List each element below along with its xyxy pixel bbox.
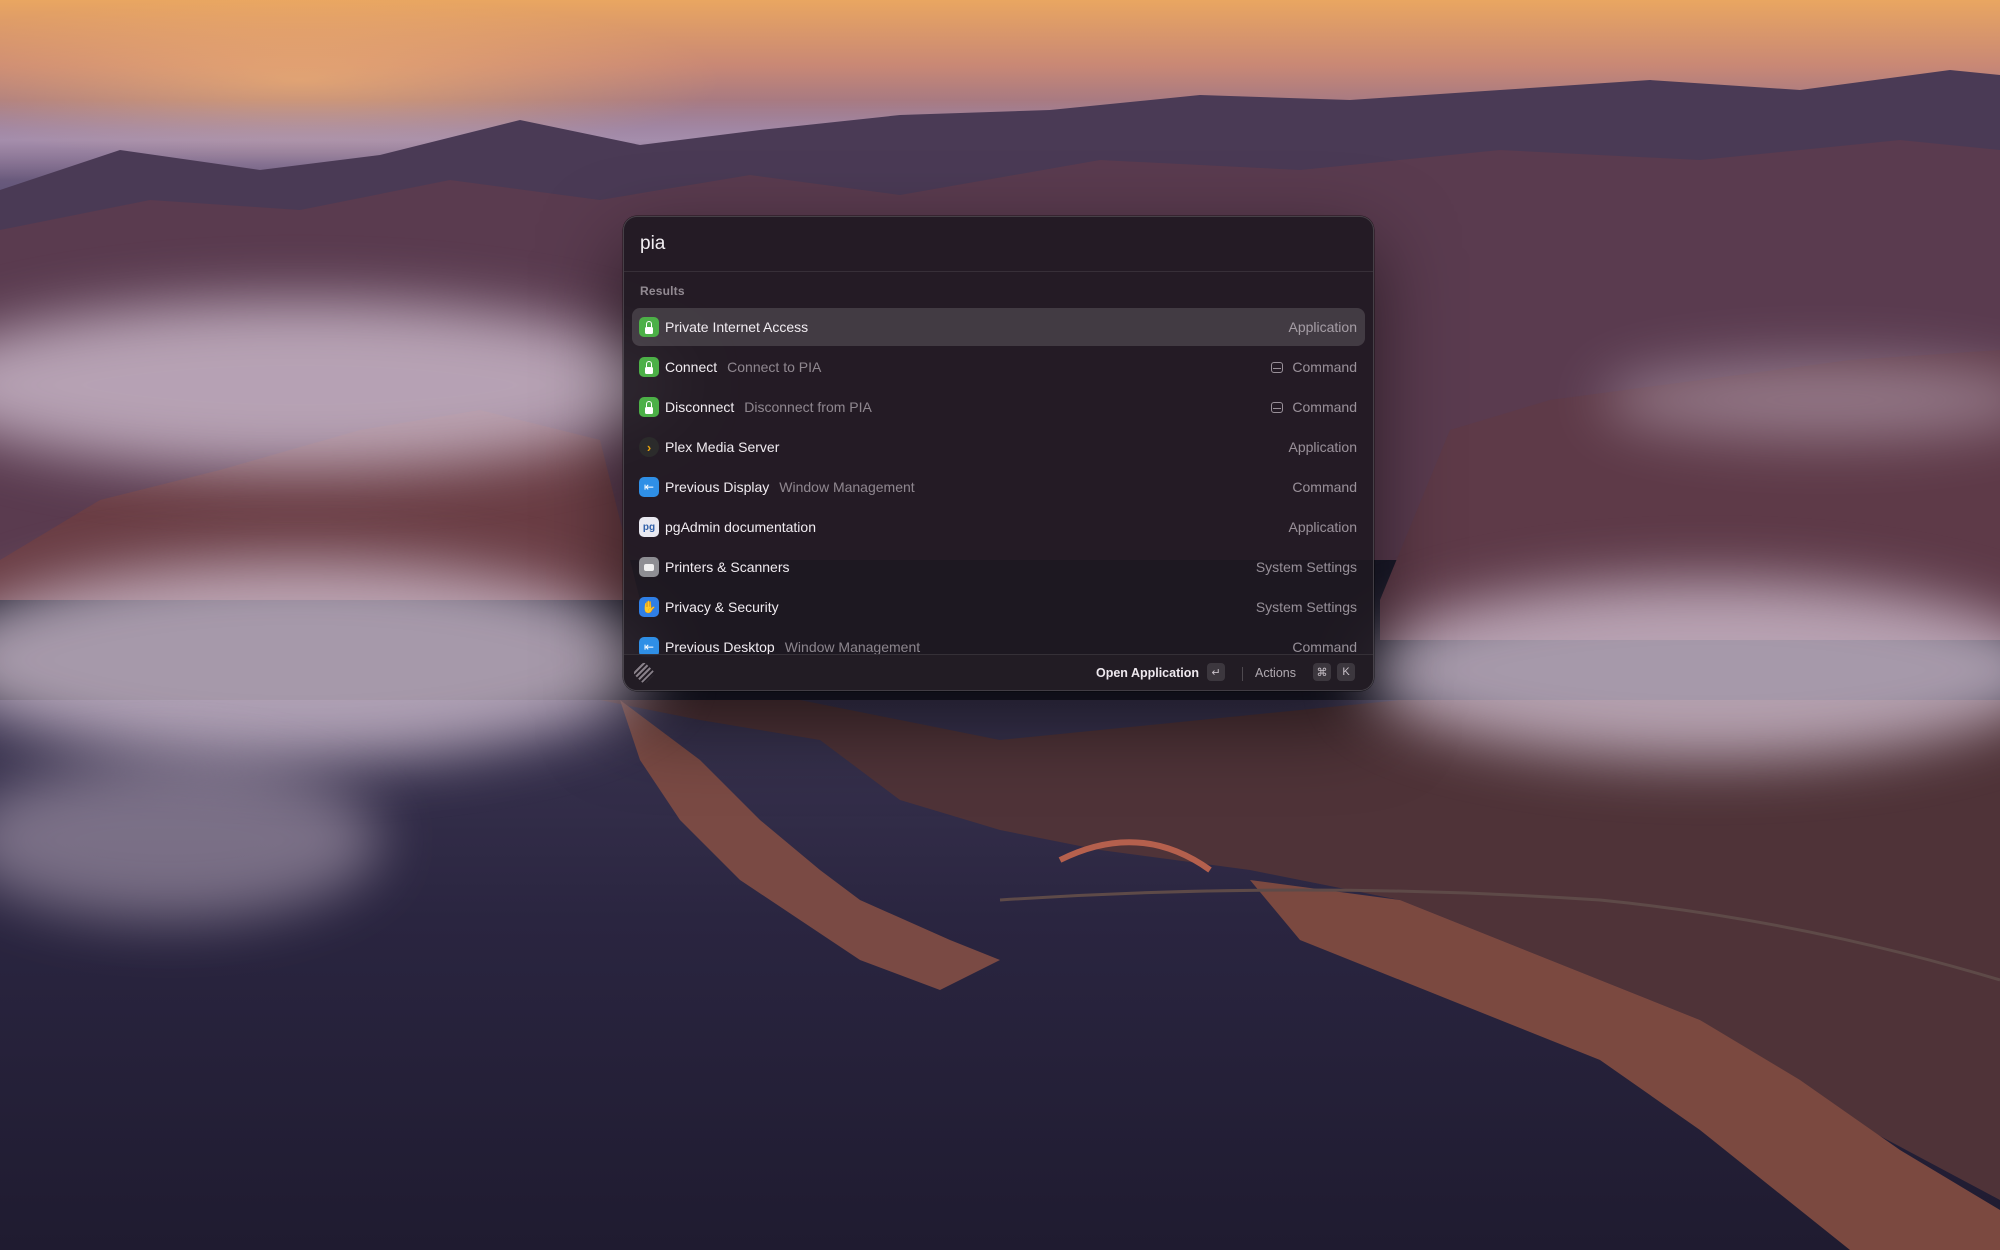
privacy-hand-icon: ✋ xyxy=(639,597,659,617)
window-management-icon: ⇤ xyxy=(639,477,659,497)
results-section-title: Results xyxy=(640,284,685,298)
result-subtitle: Disconnect from PIA xyxy=(744,399,872,415)
raycast-logo-icon[interactable] xyxy=(632,661,656,685)
result-item-previous-desktop[interactable]: ⇤ Previous Desktop Window Management Comm… xyxy=(632,628,1365,657)
result-type: Command xyxy=(1292,399,1357,415)
open-application-button[interactable]: Open Application xyxy=(1096,666,1199,680)
result-item-private-internet-access[interactable]: Private Internet Access Application xyxy=(632,308,1365,346)
result-title: Private Internet Access xyxy=(665,319,809,335)
result-title: Plex Media Server xyxy=(665,439,780,455)
command-key-hint: ⌘ xyxy=(1313,663,1331,681)
result-title: Printers & Scanners xyxy=(665,559,790,575)
k-key-hint: K xyxy=(1337,663,1355,681)
result-type: Application xyxy=(1288,439,1358,455)
command-icon xyxy=(1271,361,1284,373)
result-type: Command xyxy=(1292,479,1357,495)
result-item-printers-scanners[interactable]: Printers & Scanners System Settings xyxy=(632,548,1365,586)
result-item-plex-media-server[interactable]: › Plex Media Server Application xyxy=(632,428,1365,466)
pia-lock-icon xyxy=(639,397,659,417)
result-title: Previous Display xyxy=(665,479,770,495)
result-title: Previous Desktop xyxy=(665,639,775,655)
result-type: Command xyxy=(1292,639,1357,655)
result-type: System Settings xyxy=(1255,559,1357,575)
result-type: Application xyxy=(1288,519,1358,535)
command-icon xyxy=(1271,401,1284,413)
printer-icon xyxy=(639,557,659,577)
result-item-previous-display[interactable]: ⇤ Previous Display Window Management Comm… xyxy=(632,468,1365,506)
result-item-pgadmin-documentation[interactable]: pg pgAdmin documentation Application xyxy=(632,508,1365,546)
pia-lock-icon xyxy=(639,317,659,337)
pgadmin-icon: pg xyxy=(639,517,659,537)
result-type: Application xyxy=(1288,319,1358,335)
result-subtitle: Window Management xyxy=(784,639,921,655)
search-bar xyxy=(624,217,1373,272)
result-type: Command xyxy=(1292,359,1357,375)
footer-divider xyxy=(1242,667,1243,681)
actions-button[interactable]: Actions xyxy=(1255,666,1296,680)
result-item-privacy-security[interactable]: ✋ Privacy & Security System Settings xyxy=(632,588,1365,626)
plex-icon: › xyxy=(639,437,659,457)
result-item-disconnect[interactable]: Disconnect Disconnect from PIA Command xyxy=(632,388,1365,426)
result-type: System Settings xyxy=(1255,599,1357,615)
result-title: Privacy & Security xyxy=(665,599,779,615)
result-title: Connect xyxy=(665,359,718,375)
result-title: Disconnect xyxy=(665,399,735,415)
result-subtitle: Window Management xyxy=(779,479,915,495)
pia-lock-icon xyxy=(639,357,659,377)
enter-key-hint: ↵ xyxy=(1207,663,1225,681)
result-title: pgAdmin documentation xyxy=(665,519,816,535)
result-subtitle: Connect to PIA xyxy=(727,359,822,375)
launcher-window: Results Private Internet Access Applicat… xyxy=(623,216,1374,691)
result-item-connect[interactable]: Connect Connect to PIA Command xyxy=(632,348,1365,386)
search-input[interactable] xyxy=(640,229,1340,259)
action-bar: Open Application ↵ Actions ⌘ K xyxy=(624,654,1373,690)
results-list: Private Internet Access Application Conn… xyxy=(632,308,1365,657)
